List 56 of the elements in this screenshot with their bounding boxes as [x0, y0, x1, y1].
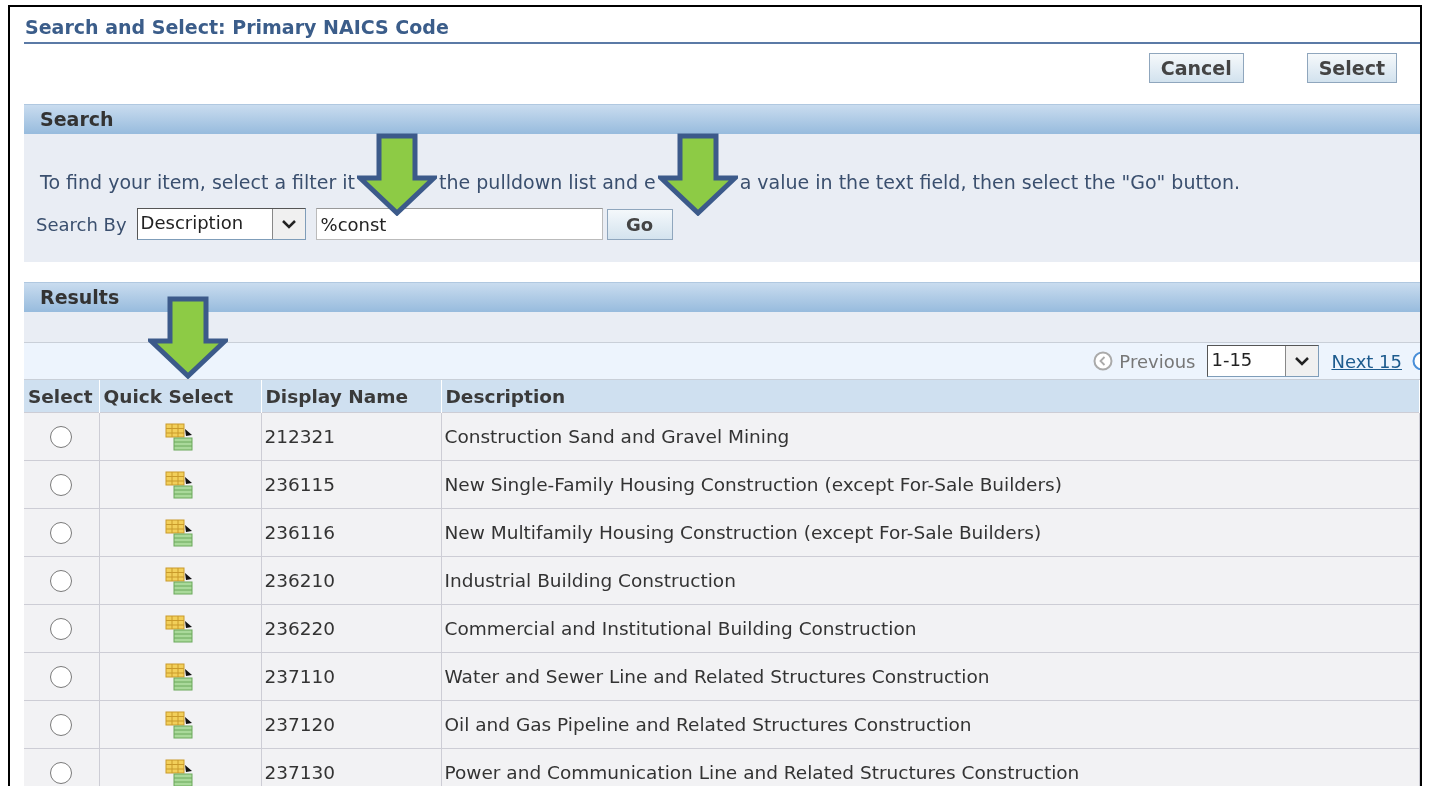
column-header: Quick Select: [99, 380, 261, 413]
display-name-cell: 236116: [261, 508, 441, 557]
instructions-text: a value in the text field, then select the "Go" button.: [739, 171, 1241, 193]
column-header: Description: [441, 380, 1420, 413]
section-heading: Results: [40, 285, 120, 310]
quick-select-icon[interactable]: [165, 470, 195, 499]
description-cell: New Single-Family Housing Construction (except For-Sale Builders): [441, 460, 1420, 509]
next-icon[interactable]: [1412, 350, 1420, 372]
quick-select-icon[interactable]: [165, 566, 195, 595]
down-arrow-icon: [148, 296, 228, 379]
dialog-button[interactable]: Cancel: [1148, 53, 1244, 83]
quick-select-icon[interactable]: [165, 758, 195, 786]
display-name-cell: 236115: [261, 460, 441, 509]
display-name-cell: 212321: [261, 412, 441, 461]
search-value-field[interactable]: %const: [315, 208, 603, 240]
radio-button[interactable]: [50, 762, 73, 784]
quick-select-icon[interactable]: [165, 614, 195, 643]
previous-icon: [1093, 351, 1114, 371]
radio-button[interactable]: [50, 522, 73, 544]
caret-icon: [1295, 356, 1310, 366]
instructions-text: the pulldown list and e: [439, 171, 656, 193]
description-cell: Power and Communication Line and Related Structures Construction: [441, 748, 1420, 786]
down-arrow-icon: [657, 133, 738, 216]
quick-select-icon[interactable]: [165, 518, 195, 547]
section-heading: Search: [40, 107, 114, 132]
go-button[interactable]: Go: [606, 208, 673, 240]
radio-button[interactable]: [50, 570, 73, 592]
window-title: Search and Select: Primary NAICS Code: [24, 16, 449, 38]
radio-button[interactable]: [50, 666, 73, 688]
radio-button[interactable]: [50, 426, 73, 448]
radio-button[interactable]: [50, 618, 73, 640]
instructions-text: To find your item, select a filter it: [40, 171, 356, 193]
description-cell: Construction Sand and Gravel Mining: [441, 412, 1420, 461]
column-header: Display Name: [261, 380, 441, 413]
display-name-cell: 236220: [261, 604, 441, 653]
next-link[interactable]: Next 15: [1331, 350, 1402, 372]
radio-button[interactable]: [50, 714, 73, 736]
filter-dropdown[interactable]: Description: [136, 208, 306, 240]
description-cell: Industrial Building Construction: [441, 556, 1420, 605]
description-cell: Commercial and Institutional Building Construction: [441, 604, 1420, 653]
quick-select-icon[interactable]: [165, 710, 195, 739]
description-cell: New Multifamily Housing Construction (except For-Sale Builders): [441, 508, 1420, 557]
column-header: Select: [24, 380, 99, 413]
display-name-cell: 237130: [261, 748, 441, 786]
quick-select-icon[interactable]: [165, 662, 195, 691]
display-name-cell: 237120: [261, 700, 441, 749]
display-name-cell: 237110: [261, 652, 441, 701]
range-dropdown[interactable]: 1-15: [1207, 345, 1320, 377]
display-name-cell: 236210: [261, 556, 441, 605]
description-cell: Water and Sewer Line and Related Structures Construction: [441, 652, 1420, 701]
quick-select-icon[interactable]: [165, 422, 195, 451]
dialog-button[interactable]: Select: [1306, 53, 1397, 83]
radio-button[interactable]: [50, 474, 73, 496]
caret-icon: [281, 219, 296, 229]
search-by-label: Search By: [36, 213, 127, 235]
description-cell: Oil and Gas Pipeline and Related Structures Construction: [441, 700, 1420, 749]
